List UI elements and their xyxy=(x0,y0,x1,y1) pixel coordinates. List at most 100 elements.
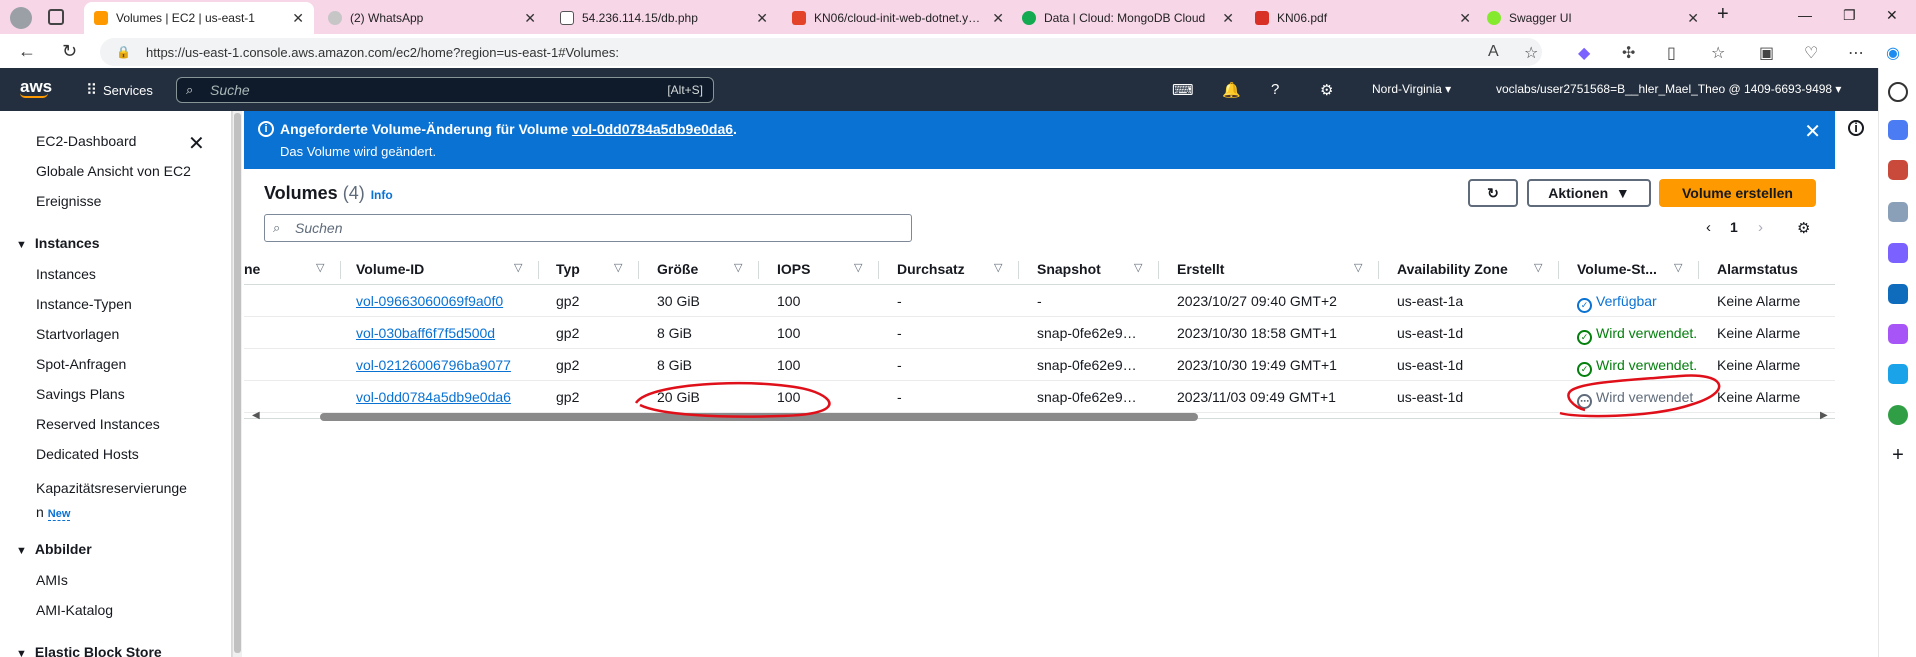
column-header-volume-id[interactable]: Volume-ID xyxy=(356,261,424,277)
games-icon[interactable] xyxy=(1888,243,1908,263)
nav-item-events[interactable]: Ereignisse xyxy=(36,193,101,209)
telegram-icon[interactable] xyxy=(1888,364,1908,384)
collections-icon[interactable]: ▣ xyxy=(1759,43,1774,63)
nav-item-global-view[interactable]: Globale Ansicht von EC2 xyxy=(36,163,191,179)
sort-icon[interactable]: ▽ xyxy=(854,261,862,274)
column-divider[interactable] xyxy=(1378,261,1379,279)
sidenav-scrollbar[interactable] xyxy=(232,111,242,657)
region-selector[interactable]: Nord-Virginia ▾ xyxy=(1372,82,1451,96)
tab-actions-icon[interactable] xyxy=(48,9,64,25)
close-tab-icon[interactable]: ✕ xyxy=(756,10,768,27)
nav-item-amis[interactable]: AMIs xyxy=(36,572,68,588)
nav-item-launch-templates[interactable]: Startvorlagen xyxy=(36,326,119,342)
close-tab-icon[interactable]: ✕ xyxy=(1222,10,1234,27)
column-divider[interactable] xyxy=(1558,261,1559,279)
column-header-iops[interactable]: IOPS xyxy=(777,261,810,277)
sort-icon[interactable]: ▽ xyxy=(734,261,742,274)
volume-search-input[interactable] xyxy=(295,219,895,237)
page-number[interactable]: 1 xyxy=(1730,219,1738,235)
reload-icon[interactable]: ↻ xyxy=(62,41,77,62)
flash-volume-link[interactable]: vol-0dd0784a5db9e0da6 xyxy=(572,121,733,137)
browser-tab-gitlab[interactable]: KN06/cloud-init-web-dotnet.yaml ✕ xyxy=(782,2,1014,34)
read-aloud-icon[interactable]: A xyxy=(1488,43,1499,61)
aws-logo[interactable]: aws xyxy=(20,77,52,98)
close-tab-icon[interactable]: ✕ xyxy=(1687,10,1699,27)
column-divider[interactable] xyxy=(340,261,341,279)
search-sidebar-icon[interactable] xyxy=(1888,82,1908,102)
scrollbar-thumb[interactable] xyxy=(234,113,241,653)
table-row[interactable]: vol-030baff6f7f5d500d gp2 8 GiB 100 - sn… xyxy=(244,317,1835,349)
nav-item-ami-catalog[interactable]: AMI-Katalog xyxy=(36,602,113,618)
account-menu[interactable]: voclabs/user2751568=B__hler_Mael_Theo @ … xyxy=(1496,82,1841,96)
sort-icon[interactable]: ▽ xyxy=(994,261,1002,274)
nav-item-reserved-instances[interactable]: Reserved Instances xyxy=(36,416,160,432)
volume-id-link[interactable]: vol-09663060069f9a0f0 xyxy=(356,293,503,309)
copilot-extension-icon[interactable]: ◆ xyxy=(1578,43,1590,63)
sort-icon[interactable]: ▽ xyxy=(514,261,522,274)
aws-search-box[interactable]: ⌕ [Alt+S] xyxy=(176,77,714,103)
info-panel-icon[interactable]: i xyxy=(1848,120,1864,136)
sort-icon[interactable]: ▽ xyxy=(1534,261,1542,274)
browser-tab-mongodb[interactable]: Data | Cloud: MongoDB Cloud ✕ xyxy=(1012,2,1244,34)
browser-tab-whatsapp[interactable]: (2) WhatsApp ✕ xyxy=(318,2,546,34)
people-icon[interactable] xyxy=(1888,202,1908,222)
browser-tab-dbphp[interactable]: 54.236.114.15/db.php ✕ xyxy=(550,2,778,34)
table-row[interactable]: vol-09663060069f9a0f0 gp2 30 GiB 100 - -… xyxy=(244,285,1835,317)
close-tab-icon[interactable]: ✕ xyxy=(992,10,1004,27)
column-divider[interactable] xyxy=(1158,261,1159,279)
profile-avatar[interactable] xyxy=(10,7,32,29)
nav-item-capacity-reservations[interactable]: Kapazitätsreservierunge n New xyxy=(36,476,206,526)
new-tab-icon[interactable]: + xyxy=(1717,3,1729,26)
column-divider[interactable] xyxy=(638,261,639,279)
nav-item-instances[interactable]: Instances xyxy=(36,266,96,282)
nav-item-instance-types[interactable]: Instance-Typen xyxy=(36,296,132,312)
browser-tab-ec2[interactable]: Volumes | EC2 | us-east-1 ✕ xyxy=(84,2,314,34)
next-page-icon[interactable]: › xyxy=(1758,219,1763,236)
sort-icon[interactable]: ▽ xyxy=(614,261,622,274)
nav-section-instances[interactable]: ▼ Instances xyxy=(16,235,99,251)
volume-search-box[interactable]: ⌕ xyxy=(264,214,912,242)
table-horizontal-scrollbar[interactable]: ◀ ▶ xyxy=(244,410,1835,424)
restore-icon[interactable]: ❐ xyxy=(1843,7,1856,24)
favorite-star-icon[interactable]: ☆ xyxy=(1524,43,1538,63)
table-row[interactable]: vol-02126006796ba9077 gp2 8 GiB 100 - sn… xyxy=(244,349,1835,381)
column-header-type[interactable]: Typ xyxy=(556,261,580,277)
nav-item-dedicated-hosts[interactable]: Dedicated Hosts xyxy=(36,446,139,462)
sort-icon[interactable]: ▽ xyxy=(1354,261,1362,274)
outlook-icon[interactable] xyxy=(1888,284,1908,304)
favorites-icon[interactable]: ☆ xyxy=(1711,43,1725,63)
nav-section-images[interactable]: ▼ Abbilder xyxy=(16,541,92,557)
aws-search-input[interactable] xyxy=(210,81,590,99)
browser-essentials-icon[interactable]: ♡ xyxy=(1804,43,1818,63)
close-window-icon[interactable]: ✕ xyxy=(1886,7,1898,24)
column-divider[interactable] xyxy=(538,261,539,279)
column-header-created[interactable]: Erstellt xyxy=(1177,261,1224,277)
notifications-bell-icon[interactable]: 🔔 xyxy=(1222,81,1241,99)
sort-icon[interactable]: ▽ xyxy=(1674,261,1682,274)
back-icon[interactable]: ← xyxy=(18,41,36,62)
refresh-button[interactable]: ↻ xyxy=(1468,179,1518,207)
prev-page-icon[interactable]: ‹ xyxy=(1706,219,1711,236)
settings-gear-icon[interactable]: ⚙ xyxy=(1320,81,1333,99)
volume-id-link[interactable]: vol-0dd0784a5db9e0da6 xyxy=(356,389,511,405)
actions-button[interactable]: Aktionen ▼ xyxy=(1527,179,1651,207)
scroll-left-icon[interactable]: ◀ xyxy=(252,410,260,421)
sort-icon[interactable]: ▽ xyxy=(1134,261,1142,274)
designer-icon[interactable] xyxy=(1888,324,1908,344)
column-header-snapshot[interactable]: Snapshot xyxy=(1037,261,1101,277)
column-divider[interactable] xyxy=(878,261,879,279)
shopping-icon[interactable] xyxy=(1888,120,1908,140)
close-tab-icon[interactable]: ✕ xyxy=(524,10,536,27)
nav-item-ec2-dashboard[interactable]: EC2-Dashboard xyxy=(36,133,136,149)
column-divider[interactable] xyxy=(758,261,759,279)
help-icon[interactable]: ? xyxy=(1271,81,1279,98)
services-menu-button[interactable]: ⠿ Services xyxy=(86,81,153,99)
close-icon[interactable]: ✕ xyxy=(188,131,205,156)
nav-item-spot-requests[interactable]: Spot-Anfragen xyxy=(36,356,126,372)
preferences-gear-icon[interactable]: ⚙ xyxy=(1797,219,1810,237)
extensions-icon[interactable]: ✣ xyxy=(1622,43,1635,63)
url-field[interactable]: 🔒 https://us-east-1.console.aws.amazon.c… xyxy=(100,38,1542,66)
minimize-icon[interactable]: — xyxy=(1798,7,1812,23)
browser-tab-pdf[interactable]: KN06.pdf ✕ xyxy=(1245,2,1481,34)
info-link[interactable]: Info xyxy=(371,188,393,202)
